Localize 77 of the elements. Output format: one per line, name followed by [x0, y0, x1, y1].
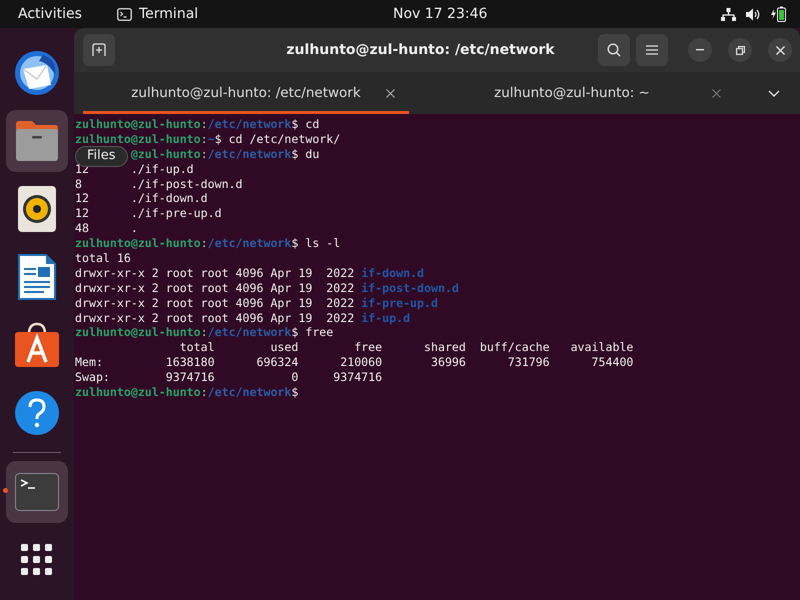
app-name[interactable]: Terminal [139, 6, 198, 22]
prompt-user: zulhunto@zul-hunto [75, 385, 201, 400]
prompt-separator: : [200, 146, 208, 161]
search-icon [607, 43, 621, 57]
terminal-text: $ free [291, 325, 334, 340]
terminal-text: Mem: 1638180 696324 210060 36996 731796 754400 [75, 355, 634, 370]
dock-item[interactable] [6, 110, 68, 172]
terminal-text: 12 ./if-pre-up.d [75, 206, 222, 220]
tab-label[interactable]: zulhunto@zul-hunto: ~ [494, 85, 650, 101]
help-icon [14, 390, 60, 436]
prompt-user: zulhunto@zul-hunto [75, 117, 201, 131]
directory-name: if-post-down.d [361, 280, 459, 295]
terminal-text: 48 . [75, 221, 138, 236]
terminal-text: drwxr-xr-x 2 root root 4096 Apr 19 2022 [75, 296, 356, 310]
prompt-separator: : [200, 236, 208, 250]
close-icon [776, 46, 784, 54]
prompt-path: /etc/network [208, 236, 292, 250]
tab[interactable]: zulhunto@zul-hunto: ~ [409, 72, 735, 114]
terminal-text: total 16 [75, 251, 131, 266]
menu-button[interactable] [636, 34, 668, 66]
prompt-separator: : [200, 385, 208, 400]
restore-icon [736, 46, 744, 54]
terminal-icon [15, 473, 59, 511]
directory-name: if-down.d [361, 266, 424, 280]
new-tab-icon [92, 43, 106, 57]
directory-name: if-up.d [361, 310, 410, 325]
terminal-text: total used free shared buff/cache available [178, 340, 634, 354]
close-icon[interactable] [386, 88, 395, 98]
tab-label[interactable]: zulhunto@zul-hunto: /etc/network [131, 85, 361, 101]
prompt-path: /etc/network [208, 325, 292, 340]
mail-icon [13, 49, 61, 97]
running-indicator [3, 488, 8, 493]
grid-icon [21, 544, 53, 576]
search-button[interactable] [598, 34, 630, 66]
terminal-text: 8 ./if-post-down.d [75, 176, 243, 191]
folder-icon [14, 120, 60, 162]
close-button[interactable] [768, 38, 792, 62]
document-icon [18, 254, 56, 300]
terminal-text: $ [291, 385, 298, 400]
close-icon[interactable] [712, 88, 721, 98]
window-title: zulhunto@zul-hunto: /etc/network [285, 42, 556, 58]
restore-button[interactable] [728, 38, 752, 62]
prompt-path: /etc/network [208, 117, 292, 131]
terminal-text: 12 ./if-down.d [75, 191, 208, 206]
activities-button[interactable]: Activities [0, 6, 100, 22]
terminal-text: drwxr-xr-x 2 root root 4096 Apr 19 2022 [75, 310, 356, 325]
prompt-user: @zul-hunto [130, 146, 201, 161]
terminal-text: drwxr-xr-x 2 root root 4096 Apr 19 2022 [75, 280, 356, 295]
minimize-icon [696, 49, 704, 51]
speaker-icon [18, 186, 56, 232]
shopping-bag-icon [14, 322, 60, 368]
prompt-path: /etc/network [208, 146, 292, 161]
terminal-text: $ ls -l [291, 236, 340, 250]
prompt-user: zulhunto@zul-hunto [75, 132, 201, 146]
prompt-path: ~ [208, 132, 215, 146]
battery-icon[interactable] [771, 6, 786, 22]
tab[interactable]: zulhunto@zul-hunto: /etc/network [83, 72, 409, 114]
terminal-text: $ du [291, 146, 320, 161]
prompt-separator: : [200, 117, 208, 131]
volume-icon[interactable] [746, 8, 761, 20]
prompt-path: /etc/network [208, 385, 292, 400]
prompt-user: zulhunto@zul-hunto [75, 325, 201, 340]
terminal-text: drwxr-xr-x 2 root root 4096 Apr 19 2022 [75, 266, 356, 280]
clock[interactable]: Nov 17 23:46 [393, 6, 488, 22]
directory-name: if-pre-up.d [361, 296, 438, 310]
terminal-text: $ cd [291, 117, 320, 131]
minimize-button[interactable] [688, 38, 712, 62]
prompt-separator: : [200, 325, 208, 340]
terminal-text: $ cd /etc/network/ [214, 132, 340, 146]
prompt-user: zulhunto@zul-hunto [75, 236, 201, 250]
terminal-text: Swap: 9374716 0 9374716 [75, 370, 382, 384]
chevron-down-icon[interactable] [768, 90, 780, 96]
prompt-separator: : [200, 132, 208, 146]
menu-icon [646, 45, 658, 55]
network-icon[interactable] [721, 8, 736, 20]
terminal-icon [117, 8, 132, 20]
new-tab-button[interactable] [83, 34, 115, 66]
